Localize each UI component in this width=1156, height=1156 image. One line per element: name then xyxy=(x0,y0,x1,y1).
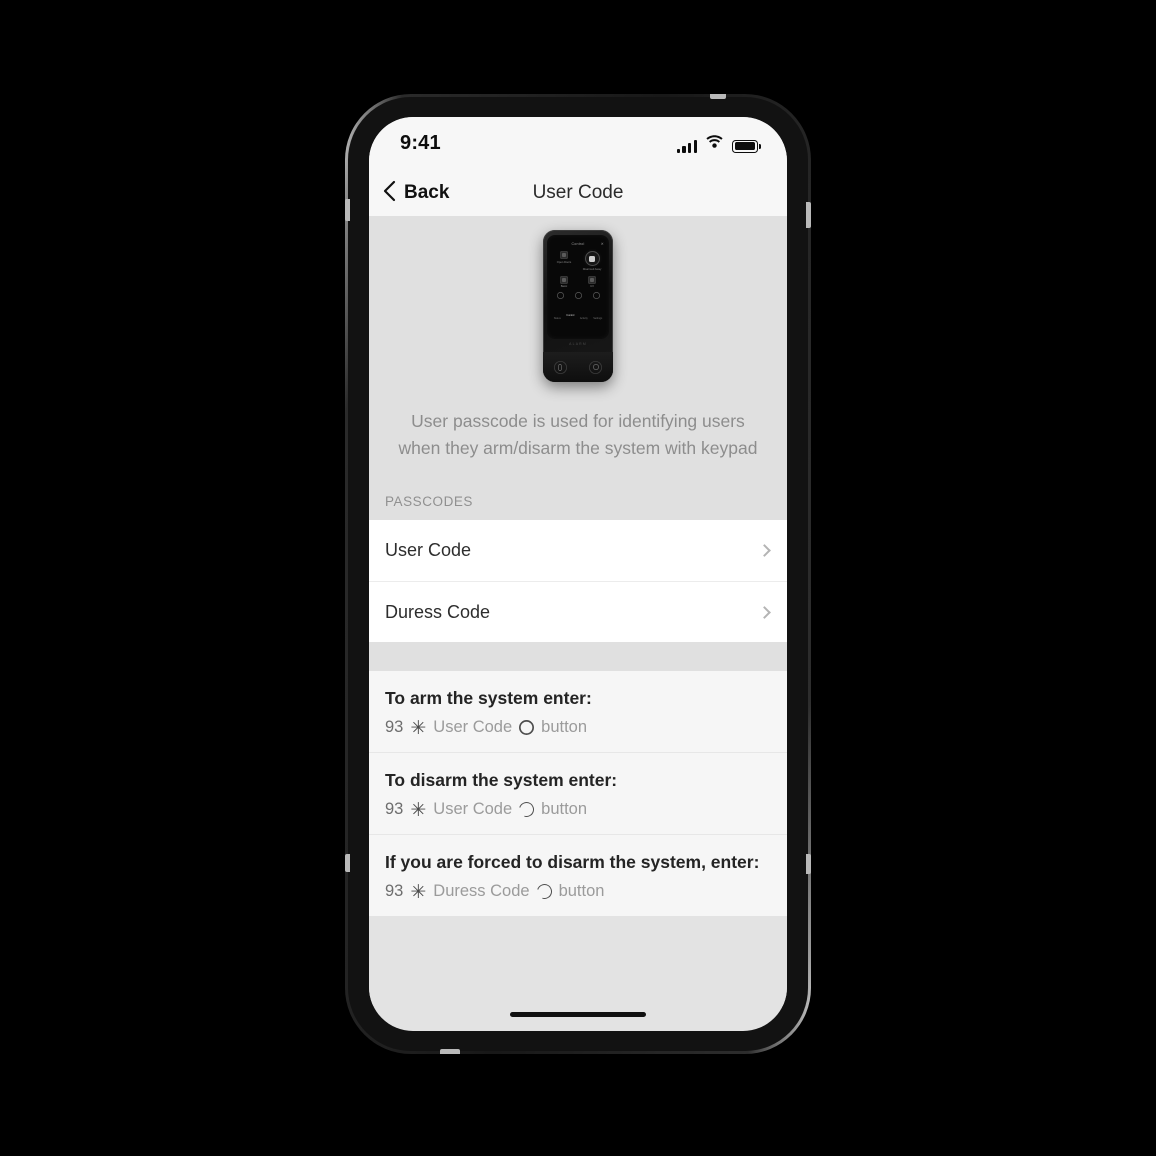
keypad-device-image: Control ✕ Open Doors Disarmed Away Basic… xyxy=(543,230,613,382)
battery-icon xyxy=(732,139,761,153)
chevron-right-icon xyxy=(758,544,771,558)
instruction-arm: To arm the system enter: 93 ✳ User Code … xyxy=(369,671,787,753)
footer-padding xyxy=(369,916,787,1007)
asterisk-icon: ✳ xyxy=(410,718,427,740)
status-time: 9:41 xyxy=(400,132,441,154)
close-icon: ✕ xyxy=(600,241,604,246)
instruction-suffix: button xyxy=(558,882,605,901)
keypad-nav-item: Status xyxy=(553,316,561,320)
asterisk-icon: ✳ xyxy=(410,882,427,904)
chevron-right-icon xyxy=(758,605,771,619)
keypad-hardware-area xyxy=(543,352,613,382)
instruction-prefix: 93 xyxy=(385,800,404,819)
cellular-signal-icon xyxy=(676,139,697,153)
passcodes-section-label: PASSCODES xyxy=(385,494,473,510)
keypad-tile-label: Basic xyxy=(560,285,568,289)
section-separator xyxy=(369,642,787,672)
passcodes-list: User Code Duress Code xyxy=(369,520,787,643)
bottom-hardware-nub xyxy=(440,1049,460,1054)
disarm-broken-circle-icon xyxy=(533,881,555,902)
asterisk-icon: ✳ xyxy=(410,800,427,822)
keypad-tile-grid: Open Doors Disarmed Away Basic UX xyxy=(551,249,605,289)
left-lower-nub xyxy=(345,854,350,872)
keypad-bottom-nav: Status Control Activity Settings xyxy=(551,303,605,321)
right-lower-nub xyxy=(806,854,811,874)
instruction-prefix: 93 xyxy=(385,718,404,737)
keypad-header-label: Control xyxy=(571,241,585,246)
instruction-disarm: To disarm the system enter: 93 ✳ User Co… xyxy=(369,752,787,835)
page-title: User Code xyxy=(532,182,624,203)
instruction-sequence: 93 ✳ User Code button xyxy=(385,718,771,740)
power-button[interactable] xyxy=(806,202,811,228)
disarm-broken-circle-icon xyxy=(516,799,537,820)
instruction-sequence: 93 ✳ User Code button xyxy=(385,799,771,822)
wifi-icon xyxy=(706,134,723,153)
quick-ring-icon xyxy=(593,292,600,299)
list-item-duress-code[interactable]: Duress Code xyxy=(369,581,787,643)
keypad-tile: Open Doors xyxy=(551,249,577,272)
fingerprint-button xyxy=(554,361,567,374)
keypad-tile: Basic xyxy=(551,274,577,290)
volume-up-button[interactable] xyxy=(345,199,350,221)
instruction-title: To disarm the system enter: xyxy=(385,770,618,791)
instruction-title: To arm the system enter: xyxy=(385,688,592,709)
keypad-nav-item: Settings xyxy=(593,316,603,320)
quick-ring-icon xyxy=(557,292,564,299)
phone-frame: 9:41 Back User Code Control ✕ Open Doors… xyxy=(345,94,811,1054)
hero-description: User passcode is used for identifying us… xyxy=(398,411,758,459)
keypad-screen-header: Control ✕ xyxy=(551,239,605,248)
keypad-tile-label: Open Doors xyxy=(556,260,572,264)
keypad-nav-item: Activity xyxy=(579,316,588,320)
list-item-user-code[interactable]: User Code xyxy=(369,520,787,582)
status-bar: 9:41 xyxy=(369,117,787,170)
instruction-suffix: button xyxy=(541,800,588,819)
device-image-wrapper: Control ✕ Open Doors Disarmed Away Basic… xyxy=(369,230,787,382)
top-hardware-nub xyxy=(710,94,726,99)
instruction-suffix: button xyxy=(541,718,588,737)
arm-circle-icon xyxy=(519,720,534,735)
panel-icon xyxy=(560,275,568,284)
quick-ring-icon xyxy=(575,292,582,299)
status-icon-group xyxy=(676,134,761,153)
list-item-label: User Code xyxy=(385,540,472,561)
shield-icon xyxy=(584,251,600,266)
list-item-label: Duress Code xyxy=(385,601,491,622)
instruction-code-label: Duress Code xyxy=(433,882,530,901)
keypad-tile: Disarmed Away xyxy=(579,249,605,272)
phone-screen: 9:41 Back User Code Control ✕ Open Doors… xyxy=(369,117,787,1031)
proximity-button xyxy=(589,361,602,374)
door-icon xyxy=(560,251,568,259)
keypad-tile-label: UX xyxy=(590,285,594,289)
keypad-tile: UX xyxy=(579,274,605,290)
keypad-screen: Control ✕ Open Doors Disarmed Away Basic… xyxy=(547,235,609,339)
keypad-quick-rings xyxy=(551,292,605,299)
navigation-bar: Back User Code xyxy=(369,170,787,216)
instruction-title: If you are forced to disarm the system, … xyxy=(385,852,760,873)
home-indicator[interactable] xyxy=(510,1012,646,1017)
instruction-sequence: 93 ✳ Duress Code button xyxy=(385,881,771,904)
keypad-nav-item-selected: Control xyxy=(566,313,575,317)
chart-icon xyxy=(588,275,596,284)
instruction-prefix: 93 xyxy=(385,882,404,901)
keypad-tile-label: Disarmed Away xyxy=(582,267,602,271)
instruction-code-label: User Code xyxy=(433,718,513,737)
instruction-code-label: User Code xyxy=(433,800,513,819)
hero-section: Control ✕ Open Doors Disarmed Away Basic… xyxy=(369,216,787,521)
keypad-brand-label: ALARM xyxy=(569,342,587,346)
instruction-duress: If you are forced to disarm the system, … xyxy=(369,834,787,917)
